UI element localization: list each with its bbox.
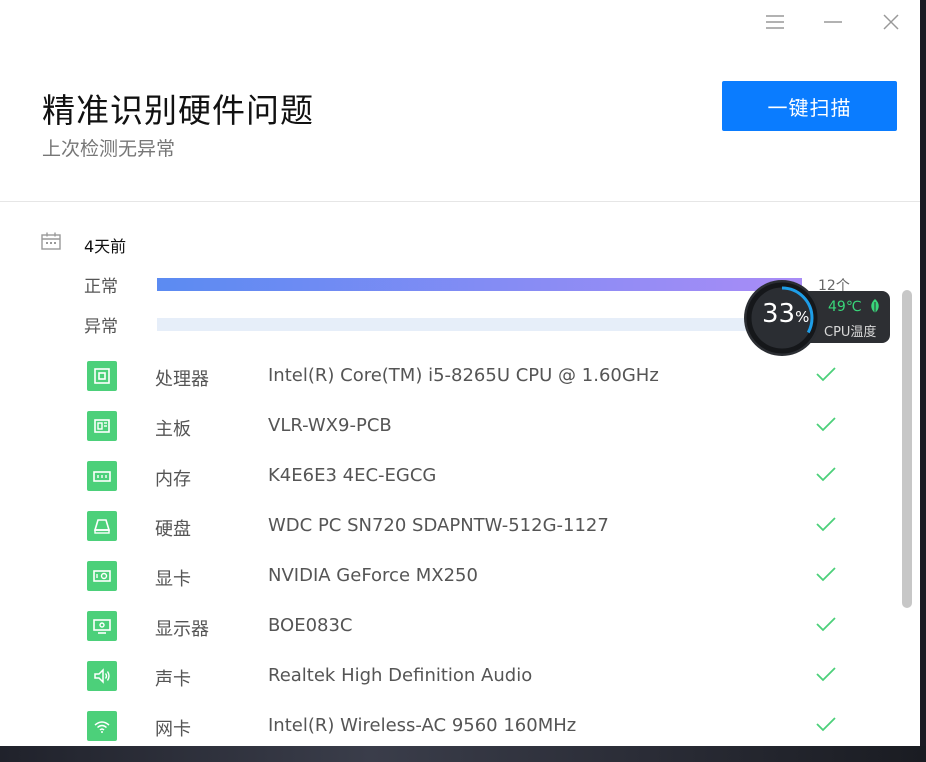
hardware-name: 内存: [155, 469, 191, 490]
cpu-temperature-value: 49℃: [828, 299, 862, 315]
hardware-name: 主板: [155, 419, 191, 440]
check-icon: [816, 417, 836, 432]
scrollbar-thumb[interactable]: [902, 290, 912, 608]
hardware-value: Intel(R) Core(TM) i5-8265U CPU @ 1.60GHz: [268, 365, 659, 386]
hardware-value: VLR-WX9-PCB: [268, 415, 392, 436]
graphics-card-icon: [87, 561, 117, 591]
desktop-background: [0, 746, 926, 762]
hardware-value: BOE083C: [268, 615, 353, 636]
hardware-value: NVIDIA GeForce MX250: [268, 565, 478, 586]
hardware-name: 处理器: [155, 369, 209, 390]
hardware-value: Intel(R) Wireless-AC 9560 160MHz: [268, 715, 577, 736]
cpu-usage-value: 33%: [762, 299, 809, 329]
cpu-temperature-label: CPU温度: [824, 325, 877, 340]
hardware-name: 网卡: [155, 719, 191, 740]
normal-progress-bar: [157, 278, 802, 291]
abnormal-progress-bar: [157, 318, 802, 331]
hardware-value: Realtek High Definition Audio: [268, 665, 533, 686]
motherboard-icon: [87, 411, 117, 441]
last-check-status: 上次检测无异常: [42, 138, 176, 160]
cpu-usage-number: 33: [762, 299, 796, 329]
cpu-icon: [87, 361, 117, 391]
one-click-scan-button[interactable]: 一键扫描: [722, 81, 897, 131]
check-icon: [816, 517, 836, 532]
hardware-row-sound: 声卡 Realtek High Definition Audio: [0, 661, 900, 711]
hardware-row-network: 网卡 Intel(R) Wireless-AC 9560 160MHz: [0, 711, 900, 746]
close-icon: [883, 14, 899, 30]
normal-label: 正常: [84, 277, 118, 297]
hardware-name: 显卡: [155, 569, 191, 590]
page-title: 精准识别硬件问题: [42, 91, 314, 130]
hamburger-menu-icon: [766, 15, 784, 29]
cpu-usage-dial: 33%: [744, 280, 820, 356]
hardware-row-motherboard: 主板 VLR-WX9-PCB: [0, 411, 900, 461]
check-icon: [816, 467, 836, 482]
hardware-row-cpu: 处理器 Intel(R) Core(TM) i5-8265U CPU @ 1.6…: [0, 361, 900, 411]
speaker-icon: [87, 661, 117, 691]
hardware-row-disk: 硬盘 WDC PC SN720 SDAPNTW-512G-1127: [0, 511, 900, 561]
cpu-usage-unit: %: [795, 308, 810, 326]
monitor-icon: [87, 611, 117, 641]
cpu-monitor-widget[interactable]: 33% 49℃ CPU温度: [744, 280, 892, 356]
memory-icon: [87, 461, 117, 491]
minimize-icon: [824, 21, 842, 23]
leaf-icon: [871, 299, 879, 313]
hardware-value: WDC PC SN720 SDAPNTW-512G-1127: [268, 515, 609, 536]
hardware-name: 声卡: [155, 669, 191, 690]
check-icon: [816, 617, 836, 632]
hardware-row-graphics: 显卡 NVIDIA GeForce MX250: [0, 561, 900, 611]
check-icon: [816, 667, 836, 682]
check-icon: [816, 367, 836, 382]
calendar-icon: [41, 232, 61, 250]
abnormal-label: 异常: [84, 317, 118, 337]
hardware-name: 硬盘: [155, 519, 191, 540]
header-divider: [0, 201, 920, 202]
menu-button[interactable]: [757, 8, 793, 36]
last-check-date: 4天前: [84, 237, 127, 256]
hardware-name: 显示器: [155, 619, 209, 640]
close-button[interactable]: [873, 8, 909, 36]
normal-progress-fill: [157, 278, 802, 291]
hardware-check-window: 精准识别硬件问题 上次检测无异常 一键扫描 4天前 正常 12个 异常 处理器 …: [0, 0, 920, 746]
check-icon: [816, 717, 836, 732]
hardware-value: K4E6E3 4EC-EGCG: [268, 465, 437, 486]
wifi-icon: [87, 711, 117, 741]
disk-icon: [87, 511, 117, 541]
minimize-button[interactable]: [815, 8, 851, 36]
check-icon: [816, 567, 836, 582]
hardware-row-memory: 内存 K4E6E3 4EC-EGCG: [0, 461, 900, 511]
hardware-row-monitor: 显示器 BOE083C: [0, 611, 900, 661]
